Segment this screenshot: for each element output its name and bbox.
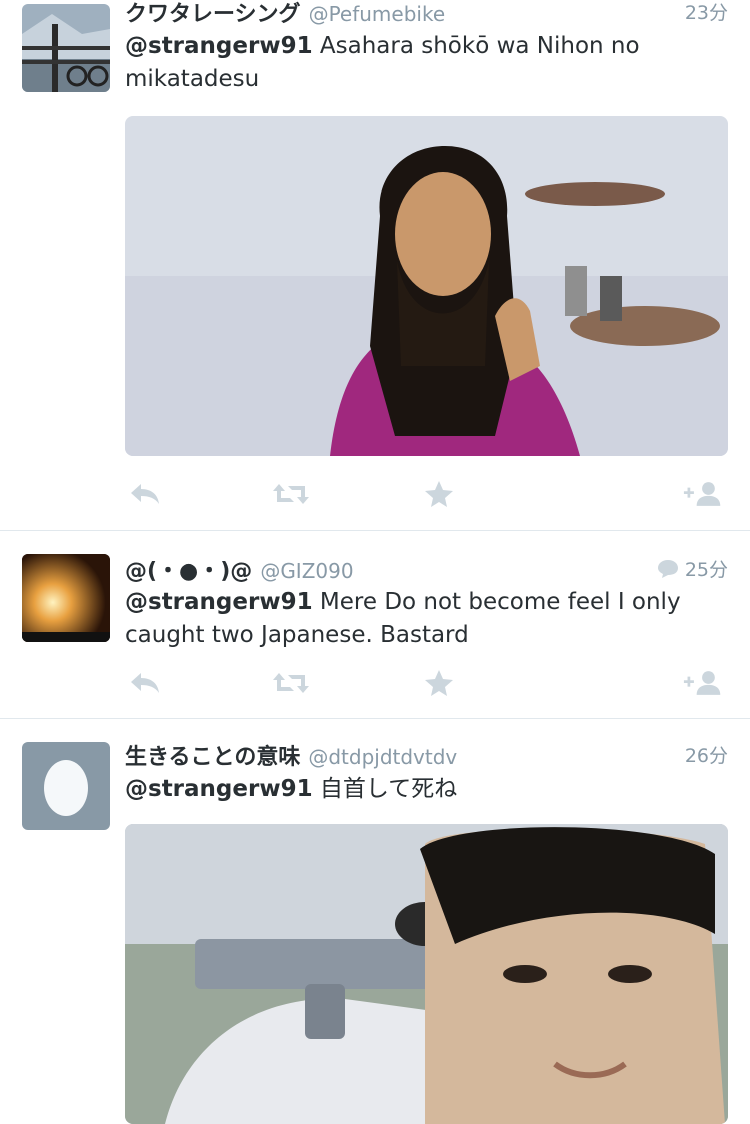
speech-bubble-icon xyxy=(657,560,678,578)
display-name[interactable]: @(・●・)@ @GIZ090 xyxy=(125,553,354,585)
avatar[interactable] xyxy=(22,4,110,92)
retweet-button[interactable] xyxy=(271,477,311,511)
tweet-text: @strangerw91 Asahara shōkō wa Nihon no m… xyxy=(125,30,728,96)
media-photo[interactable] xyxy=(125,116,728,456)
mention-link[interactable]: @strangerw91 xyxy=(125,589,313,615)
display-name-text[interactable]: クワタレーシング xyxy=(125,2,301,27)
tweet-text: @strangerw91 自首して死ね xyxy=(125,773,728,806)
media-photo[interactable] xyxy=(125,824,728,1124)
favorite-button[interactable] xyxy=(419,666,459,700)
tweet-actions xyxy=(125,666,728,700)
timestamp: 25分 xyxy=(684,559,728,581)
timestamp: 26分 xyxy=(684,745,728,767)
avatar-photo xyxy=(22,554,110,642)
handle[interactable]: @Pefumebike xyxy=(309,2,446,26)
reply-button[interactable] xyxy=(125,477,165,511)
favorite-button[interactable] xyxy=(419,477,459,511)
tweet-2[interactable]: @(・●・)@ @GIZ090 25分 @strangerw91 Mere Do … xyxy=(0,531,750,719)
retweet-button[interactable] xyxy=(271,666,311,700)
timestamp: 23分 xyxy=(684,2,728,24)
tweet-actions xyxy=(125,477,728,511)
follow-icon xyxy=(683,671,721,695)
follow-button[interactable] xyxy=(683,666,723,700)
follow-button[interactable] xyxy=(683,477,723,511)
avatar[interactable] xyxy=(22,742,110,830)
tweet-text: @strangerw91 Mere Do not become feel I o… xyxy=(125,586,728,652)
handle[interactable]: @dtdpjdtdvtdv xyxy=(308,745,457,769)
timestamp-group: 25分 xyxy=(657,555,728,582)
star-icon xyxy=(425,670,453,696)
reply-icon xyxy=(131,673,159,693)
retweet-icon xyxy=(273,673,309,693)
reply-button[interactable] xyxy=(125,666,165,700)
default-egg-avatar-icon xyxy=(22,742,110,830)
star-icon xyxy=(425,481,453,507)
reply-icon xyxy=(131,484,159,504)
display-name-text[interactable]: @(・●・)@ xyxy=(125,559,252,584)
display-name[interactable]: 生きることの意味 @dtdpjdtdvtdv xyxy=(125,739,457,771)
display-name[interactable]: クワタレーシング @Pefumebike xyxy=(125,0,445,28)
mention-link[interactable]: @strangerw91 xyxy=(125,33,313,59)
tweet-body: 自首して死ね xyxy=(319,776,458,802)
photo-person-with-gun xyxy=(125,824,728,1124)
tweet-3[interactable]: 生きることの意味 @dtdpjdtdvtdv 26分 @strangerw91 自… xyxy=(0,719,750,1124)
retweet-icon xyxy=(273,484,309,504)
avatar[interactable] xyxy=(22,554,110,642)
avatar-photo xyxy=(22,4,110,92)
follow-icon xyxy=(683,482,721,506)
tweet-1[interactable]: クワタレーシング @Pefumebike 23分 @strangerw91 Asa… xyxy=(0,0,750,531)
mention-link[interactable]: @strangerw91 xyxy=(125,776,313,802)
display-name-text[interactable]: 生きることの意味 xyxy=(125,745,300,770)
photo-man-in-robe xyxy=(125,116,728,456)
handle[interactable]: @GIZ090 xyxy=(260,559,353,583)
